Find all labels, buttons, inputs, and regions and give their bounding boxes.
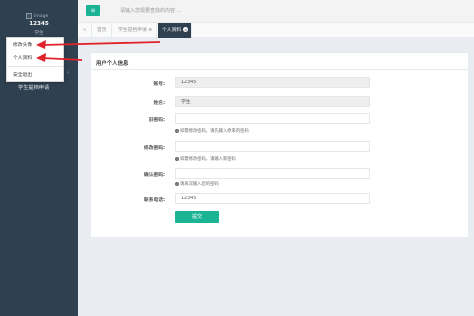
menu-toggle-button[interactable]: ≡ bbox=[86, 5, 100, 16]
broken-image-icon bbox=[26, 13, 32, 19]
avatar-alt-text: image bbox=[34, 13, 49, 19]
new-password-help-text: 如需修改密码，请输入新密码 bbox=[180, 157, 236, 162]
tab-profile[interactable]: 个人资料 × bbox=[158, 23, 193, 38]
new-password-field[interactable] bbox=[175, 141, 370, 152]
profile-panel: 用户个人信息 账号: 姓名: 旧密码: i如需修改密码，请先输入原来的密码 修改… bbox=[91, 52, 468, 237]
sidebar-item-archive-request[interactable]: 学生提档申请 bbox=[18, 84, 49, 91]
panel-title: 用户个人信息 bbox=[96, 61, 129, 67]
avatar[interactable]: image bbox=[26, 13, 48, 19]
new-password-help: i 如需修改密码，请输入新密码 bbox=[175, 156, 236, 162]
top-navbar: ≡ bbox=[78, 0, 474, 23]
hamburger-icon: ≡ bbox=[90, 7, 96, 14]
account-field bbox=[175, 77, 370, 88]
tab-bar: « 首页 学生提档申请 ⊗ 个人资料 × bbox=[78, 23, 474, 38]
tab-scroll-left-button[interactable]: « bbox=[78, 23, 92, 38]
old-password-field[interactable] bbox=[175, 113, 370, 124]
menu-item-change-avatar[interactable]: 修改头像 bbox=[7, 40, 63, 51]
menu-divider bbox=[7, 66, 63, 67]
old-password-label: 旧密码: bbox=[148, 118, 165, 123]
submit-button[interactable]: 提交 bbox=[175, 211, 219, 223]
tab-archive-request[interactable]: 学生提档申请 ⊗ bbox=[114, 23, 158, 38]
chevron-left-icon: ‹ bbox=[67, 70, 69, 76]
user-id[interactable]: 12345 bbox=[0, 21, 78, 27]
confirm-password-help-text: 请再次输入您的密码 bbox=[180, 182, 219, 187]
account-label: 账号: bbox=[153, 82, 165, 87]
user-role: 学生 bbox=[34, 31, 44, 36]
confirm-password-field[interactable] bbox=[175, 168, 370, 179]
name-field bbox=[175, 96, 370, 107]
search-input[interactable] bbox=[105, 5, 235, 17]
new-password-label: 修改密码: bbox=[143, 146, 165, 151]
phone-label: 联系电话: bbox=[143, 198, 165, 203]
info-icon: i bbox=[175, 156, 179, 161]
confirm-password-label: 确认密码: bbox=[143, 173, 165, 178]
name-label: 姓名: bbox=[153, 101, 165, 106]
tab-home[interactable]: 首页 bbox=[93, 23, 112, 38]
confirm-password-help: i 请再次输入您的密码 bbox=[175, 181, 219, 187]
old-password-help-text: 如需修改密码，请先输入原来的密码 bbox=[180, 129, 249, 134]
menu-item-profile[interactable]: 个人资料 bbox=[7, 53, 63, 64]
old-password-help: i 如需修改密码，请先输入原来的密码 bbox=[175, 128, 249, 134]
info-icon: i bbox=[175, 128, 179, 133]
menu-item-logout[interactable]: 安全退出 bbox=[7, 70, 63, 81]
tab-profile-label: 个人资料 bbox=[162, 28, 182, 33]
panel-divider bbox=[91, 69, 468, 70]
user-dropdown-menu: 修改头像 个人资料 安全退出 bbox=[6, 37, 64, 82]
close-icon[interactable]: × bbox=[183, 26, 189, 32]
phone-field[interactable] bbox=[175, 193, 370, 204]
info-icon: i bbox=[175, 181, 179, 186]
double-chevron-left-icon: « bbox=[82, 27, 87, 33]
